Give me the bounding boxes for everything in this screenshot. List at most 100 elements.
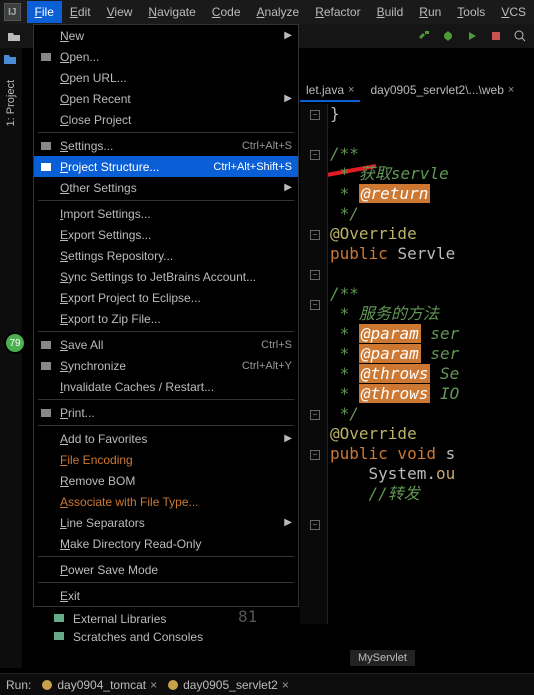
hammer-icon[interactable] (416, 28, 432, 44)
folder-icon (38, 49, 54, 65)
menubar-item-file[interactable]: File (27, 1, 62, 23)
folder-icon[interactable] (3, 52, 19, 68)
bug-icon[interactable] (440, 28, 456, 44)
code-line: //转发 (330, 484, 459, 504)
menu-item-label: Export Project to Eclipse... (60, 291, 292, 305)
menu-item[interactable]: Exit (34, 585, 298, 606)
menu-item[interactable]: Power Save Mode (34, 559, 298, 580)
menu-separator (38, 556, 294, 557)
menubar-item-navigate[interactable]: Navigate (140, 1, 203, 23)
menubar-item-code[interactable]: Code (204, 1, 249, 23)
menu-item[interactable]: Print... (34, 402, 298, 423)
menu-separator (38, 331, 294, 332)
menu-item[interactable]: Remove BOM (34, 470, 298, 491)
run-icon[interactable] (464, 28, 480, 44)
menu-item[interactable]: Make Directory Read-Only (34, 533, 298, 554)
fold-marker-icon[interactable]: − (310, 110, 320, 120)
open-icon[interactable] (6, 28, 22, 44)
menu-item[interactable]: Invalidate Caches / Restart... (34, 376, 298, 397)
menubar-item-analyze[interactable]: Analyze (249, 1, 308, 23)
close-icon[interactable]: × (282, 678, 289, 692)
menubar-item-edit[interactable]: Edit (62, 1, 99, 23)
menu-item[interactable]: Sync Settings to JetBrains Account... (34, 266, 298, 287)
tree-item[interactable]: Scratches and Consoles (33, 628, 233, 646)
menu-item[interactable]: Add to Favorites▶ (34, 428, 298, 449)
menu-item-label: Print... (60, 406, 292, 420)
menubar-item-run[interactable]: Run (411, 1, 449, 23)
run-tool-window: Run: day0904_tomcat× day0905_servlet2× (0, 673, 534, 695)
code-line: */ (330, 404, 459, 424)
menu-item-label: Settings... (60, 139, 242, 153)
menu-item[interactable]: Close Project (34, 109, 298, 130)
menubar-item-refactor[interactable]: Refactor (307, 1, 368, 23)
code-line: /** (330, 144, 459, 164)
menu-shortcut: Ctrl+S (261, 339, 292, 351)
menubar-item-view[interactable]: View (99, 1, 141, 23)
ide-logo-icon: IJ (4, 3, 21, 21)
menu-separator (38, 582, 294, 583)
run-label: Run: (6, 678, 31, 692)
menu-item[interactable]: Settings Repository... (34, 245, 298, 266)
menu-item[interactable]: Open... (34, 46, 298, 67)
breadcrumb-item[interactable]: MyServlet (350, 650, 415, 666)
code-line: * @throws Se (330, 364, 459, 384)
menubar-item-vcs[interactable]: VCS (493, 1, 534, 23)
stop-icon[interactable] (488, 28, 504, 44)
code-line: public void s (330, 444, 459, 464)
menu-item[interactable]: Export Project to Eclipse... (34, 287, 298, 308)
close-icon[interactable]: × (348, 84, 354, 96)
menu-item[interactable]: Import Settings... (34, 203, 298, 224)
menu-item-label: Save All (60, 338, 261, 352)
chevron-right-icon: ▶ (284, 182, 292, 193)
menu-item-label: Invalidate Caches / Restart... (60, 380, 292, 394)
menu-item[interactable]: New▶ (34, 25, 298, 46)
menu-item[interactable]: Project Structure...Ctrl+Alt+Shift+S (34, 156, 298, 177)
tab-label: let.java (306, 83, 344, 97)
menu-item[interactable]: Settings...Ctrl+Alt+S (34, 135, 298, 156)
fold-marker-icon[interactable]: − (310, 450, 320, 460)
close-icon[interactable]: × (150, 678, 157, 692)
library-icon (53, 612, 67, 626)
menu-item-label: Open... (60, 50, 292, 64)
fold-marker-icon[interactable]: − (310, 230, 320, 240)
run-tab[interactable]: day0904_tomcat× (41, 678, 157, 692)
menubar-item-build[interactable]: Build (369, 1, 412, 23)
menu-item[interactable]: Save AllCtrl+S (34, 334, 298, 355)
menu-item[interactable]: File Encoding (34, 449, 298, 470)
tree-item-label: Scratches and Consoles (73, 630, 203, 644)
project-tool-label[interactable]: 1: Project (5, 74, 17, 132)
menu-item[interactable]: Export to Zip File... (34, 308, 298, 329)
fold-marker-icon[interactable]: − (310, 520, 320, 530)
menu-item[interactable]: Open Recent▶ (34, 88, 298, 109)
run-tab[interactable]: day0905_servlet2× (167, 678, 289, 692)
menu-item[interactable]: Export Settings... (34, 224, 298, 245)
menubar-item-tools[interactable]: Tools (449, 1, 493, 23)
fold-marker-icon[interactable]: − (310, 270, 320, 280)
code-content[interactable]: } /** * 获取servle * @return */@Overridepu… (330, 104, 459, 504)
menu-item-label: Export Settings... (60, 228, 292, 242)
close-icon[interactable]: × (508, 84, 514, 96)
tomcat-icon (41, 679, 53, 691)
menu-item-label: Export to Zip File... (60, 312, 292, 326)
code-line: */ (330, 204, 459, 224)
menu-separator (38, 399, 294, 400)
code-line: * 服务的方法 (330, 304, 459, 324)
fold-marker-icon[interactable]: − (310, 410, 320, 420)
menu-item[interactable]: Open URL... (34, 67, 298, 88)
editor-tab[interactable]: let.java × (300, 80, 360, 102)
code-line: System.ou (330, 464, 459, 484)
menu-item-label: Project Structure... (60, 160, 213, 174)
tree-item[interactable]: External Libraries (33, 610, 233, 628)
editor-tab[interactable]: day0905_servlet2\...\web× (364, 80, 520, 102)
chevron-right-icon: ▶ (284, 433, 292, 444)
menu-item[interactable]: Line Separators▶ (34, 512, 298, 533)
fold-marker-icon[interactable]: − (310, 300, 320, 310)
menu-item-label: Import Settings... (60, 207, 292, 221)
search-icon[interactable] (512, 28, 528, 44)
menu-item-label: Add to Favorites (60, 432, 292, 446)
menu-item[interactable]: Associate with File Type... (34, 491, 298, 512)
menu-item[interactable]: SynchronizeCtrl+Alt+Y (34, 355, 298, 376)
fold-marker-icon[interactable]: − (310, 150, 320, 160)
menu-item[interactable]: Other Settings▶ (34, 177, 298, 198)
notification-badge[interactable]: 79 (4, 332, 26, 354)
